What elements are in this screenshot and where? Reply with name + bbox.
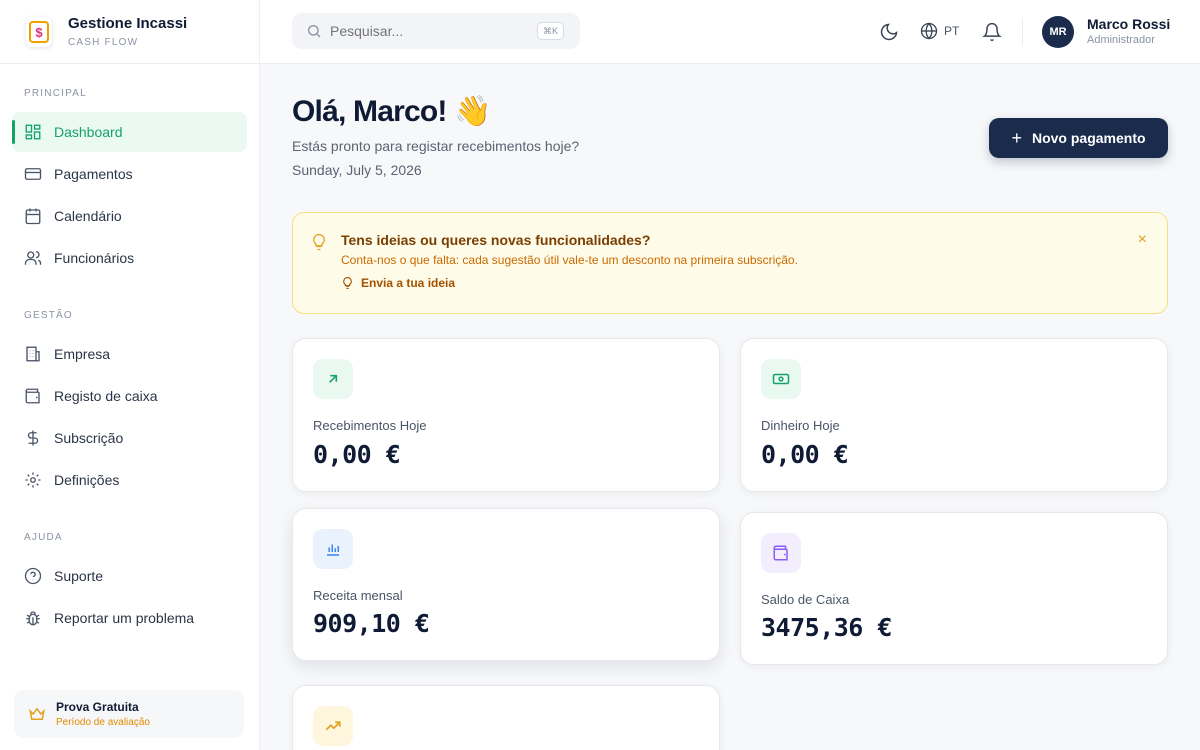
trial-title: Prova Gratuita <box>56 700 139 714</box>
section-ajuda: AJUDA <box>24 532 63 543</box>
help-circle-icon <box>24 567 42 585</box>
card-label: Recebimentos Hoje <box>313 418 427 433</box>
sidebar-item-funcionarios[interactable]: Funcionários <box>12 238 247 278</box>
stat-card-cash-today: Dinheiro Hoje 0,00 € <box>740 338 1168 492</box>
card-label: Receita mensal <box>313 588 403 603</box>
brand-logo-icon: $ <box>26 16 52 47</box>
search-input[interactable] <box>330 23 530 39</box>
sidebar-item-label: Pagamentos <box>54 166 133 182</box>
crown-icon <box>29 707 45 720</box>
moon-icon[interactable] <box>879 22 899 42</box>
sidebar: $ Gestione Incassi CASH FLOW PRINCIPAL D… <box>0 0 260 750</box>
card-value: 909,10 € <box>313 609 430 638</box>
arrow-up-right-icon <box>313 359 353 399</box>
top-header: ⌘K PT MR Marco Rossi Administrador <box>260 0 1200 64</box>
bar-chart-icon <box>313 529 353 569</box>
card-value: 3475,36 € <box>761 613 892 642</box>
header-divider <box>1022 18 1023 46</box>
svg-text:$: $ <box>35 25 43 40</box>
user-role: Administrador <box>1087 34 1155 46</box>
stat-card-receipts-today: Recebimentos Hoje 0,00 € <box>292 338 720 492</box>
sidebar-item-registo-caixa[interactable]: Registo de caixa <box>12 376 247 416</box>
sidebar-item-dashboard[interactable]: Dashboard <box>12 112 247 152</box>
sidebar-item-label: Funcionários <box>54 250 135 266</box>
trial-badge[interactable]: Prova Gratuita Período de avaliação <box>14 690 244 738</box>
new-payment-label: Novo pagamento <box>1031 130 1146 146</box>
bell-icon[interactable] <box>982 22 1002 42</box>
new-payment-button[interactable]: + Novo pagamento <box>989 118 1168 158</box>
lightbulb-icon <box>343 277 352 289</box>
globe-icon <box>920 22 938 40</box>
card-value: 0,00 € <box>761 440 849 469</box>
sidebar-item-reportar[interactable]: Reportar um problema <box>12 598 247 638</box>
sidebar-item-calendario[interactable]: Calendário <box>12 196 247 236</box>
credit-card-icon <box>24 168 42 180</box>
sidebar-item-empresa[interactable]: Empresa <box>12 334 247 374</box>
sidebar-item-label: Calendário <box>54 208 122 224</box>
sidebar-item-label: Dashboard <box>54 124 123 140</box>
stat-card-monthly-revenue: Receita mensal 909,10 € <box>292 508 720 661</box>
feedback-banner: Tens ideias ou queres novas funcionalida… <box>292 212 1168 314</box>
close-icon[interactable]: × <box>1138 231 1147 249</box>
send-idea-link[interactable]: Envia a tua ideia <box>341 276 455 290</box>
gear-icon <box>25 472 41 488</box>
avatar[interactable]: MR <box>1042 16 1074 48</box>
brand-title: Gestione Incassi <box>68 15 188 32</box>
trial-subtitle: Período de avaliação <box>56 717 150 728</box>
sidebar-item-label: Subscrição <box>54 430 124 446</box>
dollar-icon <box>27 430 39 446</box>
sidebar-item-pagamentos[interactable]: Pagamentos <box>12 154 247 194</box>
lightbulb-icon <box>313 233 325 251</box>
banner-text: Conta-nos o que falta: cada sugestão úti… <box>341 253 798 267</box>
sidebar-item-label: Suporte <box>54 568 104 584</box>
brand-subtitle: CASH FLOW <box>68 37 139 48</box>
sidebar-item-suporte[interactable]: Suporte <box>12 556 247 596</box>
sidebar-item-definicoes[interactable]: Definições <box>12 460 247 500</box>
stat-card-trend <box>292 685 720 750</box>
sidebar-item-label: Reportar um problema <box>54 610 195 626</box>
trending-up-icon <box>313 706 353 746</box>
search-icon <box>308 25 321 38</box>
users-icon <box>24 250 42 265</box>
bug-icon <box>26 611 40 626</box>
page-subtitle: Estás pronto para registar recebimentos … <box>292 138 580 154</box>
plus-icon: + <box>1011 127 1022 148</box>
banner-title: Tens ideias ou queres novas funcionalida… <box>341 232 651 248</box>
language-label: PT <box>944 24 960 38</box>
current-date: Sunday, July 5, 2026 <box>292 162 422 178</box>
brand[interactable]: $ Gestione Incassi CASH FLOW <box>0 0 259 64</box>
stat-card-cash-balance: Saldo de Caixa 3475,36 € <box>740 512 1168 665</box>
page-title: Olá, Marco! 👋 <box>292 95 491 128</box>
calendar-icon <box>25 208 41 225</box>
user-name[interactable]: Marco Rossi <box>1087 16 1170 32</box>
search-box[interactable]: ⌘K <box>292 13 580 49</box>
sidebar-item-label: Registo de caixa <box>54 388 158 404</box>
card-label: Dinheiro Hoje <box>761 418 840 433</box>
banknote-icon <box>761 359 801 399</box>
sidebar-item-label: Definições <box>54 472 120 488</box>
sidebar-item-subscricao[interactable]: Subscrição <box>12 418 247 458</box>
send-idea-label: Envia a tua ideia <box>361 276 456 290</box>
section-principal: PRINCIPAL <box>24 88 87 99</box>
card-value: 0,00 € <box>313 440 401 469</box>
search-shortcut: ⌘K <box>536 22 564 40</box>
wallet-icon <box>761 533 801 573</box>
sidebar-item-label: Empresa <box>54 346 111 362</box>
section-gestao: GESTÃO <box>24 310 73 321</box>
dashboard-icon <box>25 124 41 140</box>
building-icon <box>26 346 40 362</box>
language-switch[interactable]: PT <box>920 22 959 40</box>
wallet-icon <box>25 388 40 404</box>
card-label: Saldo de Caixa <box>761 592 850 607</box>
